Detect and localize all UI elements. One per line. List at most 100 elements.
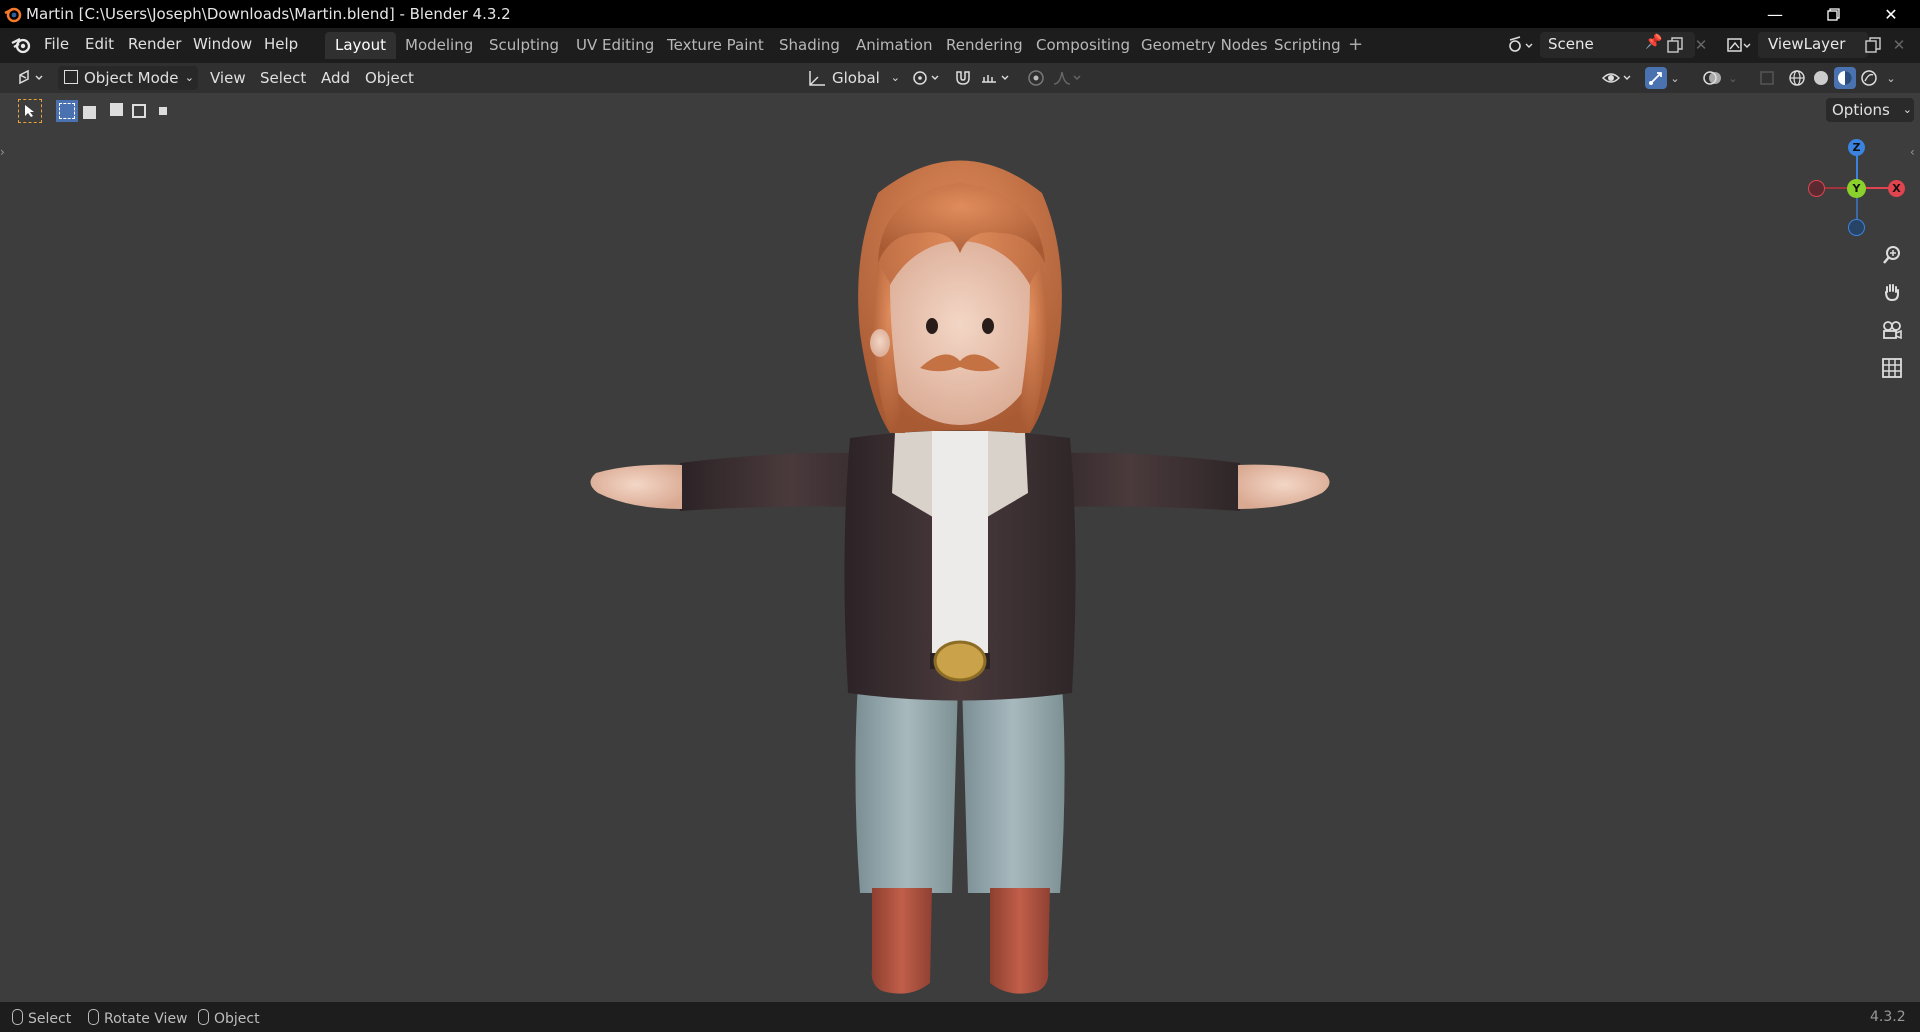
- select-mode-invert[interactable]: [128, 100, 150, 122]
- select-mode-subtract[interactable]: [104, 100, 126, 122]
- magnet-icon: [956, 71, 970, 85]
- proportional-editing-toggle[interactable]: [1025, 67, 1047, 89]
- viewlayer-name-field[interactable]: ViewLayer: [1758, 32, 1868, 58]
- delete-viewlayer-button[interactable]: ✕: [1888, 34, 1910, 56]
- gizmo-icon: [1649, 72, 1662, 85]
- scene-name: Scene: [1548, 35, 1594, 53]
- blender-logo-icon: [4, 7, 22, 23]
- tab-scripting[interactable]: Scripting: [1264, 32, 1351, 59]
- menu-object[interactable]: Object: [365, 66, 414, 90]
- falloff-icon: [1053, 71, 1081, 85]
- material-sphere-icon: [1838, 71, 1852, 85]
- mode-dropdown[interactable]: Object Mode ⌄: [58, 66, 198, 90]
- menu-file[interactable]: File: [44, 35, 69, 53]
- visibility-dropdown[interactable]: [1600, 67, 1636, 89]
- select-mode-new[interactable]: [56, 100, 78, 122]
- blender-menu-icon[interactable]: [10, 35, 32, 55]
- chevron-down-icon: ⌄: [184, 71, 194, 84]
- menu-edit[interactable]: Edit: [85, 35, 114, 53]
- select-tool-button[interactable]: [18, 99, 42, 123]
- status-rotate-hint: Rotate View: [88, 1009, 188, 1027]
- eye-icon: [1602, 73, 1631, 83]
- snap-increment-icon: [982, 75, 1009, 83]
- pin-icon[interactable]: 📌: [1645, 34, 1662, 50]
- viewlayer-browse-button[interactable]: [1722, 34, 1756, 56]
- gizmo-x-axis[interactable]: X: [1888, 180, 1905, 197]
- shading-solid-button[interactable]: [1810, 67, 1832, 89]
- camera-view-button[interactable]: [1876, 314, 1908, 346]
- tab-uv-editing[interactable]: UV Editing: [566, 32, 664, 59]
- minimize-button[interactable]: —: [1746, 0, 1804, 28]
- tab-shading[interactable]: Shading: [769, 32, 850, 59]
- version-label: 4.3.2: [1870, 1009, 1906, 1025]
- options-label: Options: [1832, 101, 1890, 119]
- editor-type-button[interactable]: [14, 67, 50, 89]
- tab-sculpting[interactable]: Sculpting: [479, 32, 569, 59]
- overlays-toggle[interactable]: [1702, 67, 1724, 89]
- tab-texture-paint[interactable]: Texture Paint: [657, 32, 774, 59]
- overlays-dropdown[interactable]: ⌄: [1726, 67, 1740, 89]
- scene-browse-button[interactable]: [1504, 34, 1538, 56]
- shading-material-button[interactable]: [1834, 67, 1856, 89]
- zoom-button[interactable]: [1876, 239, 1908, 271]
- restore-button[interactable]: [1804, 0, 1862, 28]
- pivot-point-dropdown[interactable]: [910, 67, 944, 89]
- tab-animation[interactable]: Animation: [846, 32, 942, 59]
- snap-target-dropdown[interactable]: [978, 67, 1014, 89]
- tab-compositing[interactable]: Compositing: [1026, 32, 1140, 59]
- wireframe-sphere-icon: [1789, 70, 1805, 86]
- menu-window[interactable]: Window: [193, 35, 252, 53]
- mouse-middle-icon: [88, 1009, 99, 1025]
- select-mode-intersect[interactable]: [152, 100, 174, 122]
- add-workspace-button[interactable]: +: [1348, 34, 1363, 55]
- tab-modeling[interactable]: Modeling: [395, 32, 483, 59]
- menu-add[interactable]: Add: [321, 66, 350, 90]
- window-title: Martin [C:\Users\Joseph\Downloads\Martin…: [26, 5, 511, 23]
- minimize-icon: —: [1767, 4, 1783, 24]
- tab-rendering[interactable]: Rendering: [936, 32, 1033, 59]
- object-mode-icon: [64, 70, 78, 84]
- gizmo-neg-x-axis[interactable]: [1808, 180, 1825, 197]
- transform-orientation-dropdown[interactable]: Global ⌄: [808, 66, 900, 90]
- shading-wireframe-button[interactable]: [1786, 67, 1808, 89]
- tab-geometry-nodes[interactable]: Geometry Nodes: [1131, 32, 1278, 59]
- character-model[interactable]: [560, 133, 1360, 1013]
- gizmo-toggle[interactable]: [1645, 67, 1667, 89]
- gizmo-dropdown[interactable]: ⌄: [1668, 67, 1682, 89]
- window-titlebar: Martin [C:\Users\Joseph\Downloads\Martin…: [0, 0, 1920, 28]
- select-mode-extend[interactable]: [80, 100, 102, 122]
- delete-scene-button[interactable]: ✕: [1690, 34, 1712, 56]
- shading-rendered-button[interactable]: [1858, 67, 1880, 89]
- orientation-icon: [809, 71, 825, 86]
- proportional-falloff-dropdown[interactable]: [1050, 67, 1086, 89]
- new-viewlayer-button[interactable]: [1862, 34, 1884, 56]
- menu-view[interactable]: View: [210, 66, 246, 90]
- toolbar-expand-icon[interactable]: ›: [0, 145, 5, 159]
- status-select-hint: Select: [12, 1009, 71, 1027]
- close-button[interactable]: ✕: [1862, 0, 1920, 28]
- chevron-down-icon: ⌄: [1886, 71, 1896, 85]
- sidebar-expand-icon[interactable]: ‹: [1910, 145, 1915, 159]
- menu-render[interactable]: Render: [128, 35, 181, 53]
- statusbar: Select Rotate View Object 4.3.2: [0, 1002, 1920, 1032]
- select-new-icon: [59, 103, 75, 119]
- viewlayer-name: ViewLayer: [1768, 35, 1846, 53]
- perspective-toggle-button[interactable]: [1876, 352, 1908, 384]
- xray-toggle[interactable]: [1756, 67, 1778, 89]
- select-subtract-icon: [110, 103, 123, 116]
- shading-dropdown[interactable]: ⌄: [1884, 67, 1898, 89]
- tab-layout[interactable]: Layout: [325, 32, 396, 59]
- menu-select[interactable]: Select: [260, 66, 306, 90]
- gizmo-z-axis[interactable]: Z: [1848, 139, 1865, 156]
- menu-help[interactable]: Help: [264, 35, 298, 53]
- pivot-icon: [913, 71, 939, 85]
- options-dropdown[interactable]: Options ⌄: [1826, 98, 1914, 122]
- gizmo-neg-z-axis[interactable]: [1848, 219, 1865, 236]
- new-scene-button[interactable]: [1664, 34, 1686, 56]
- 3d-viewport[interactable]: Z Y X › ‹: [0, 93, 1920, 1002]
- chevron-down-icon: ⌄: [890, 71, 900, 84]
- pan-button[interactable]: [1876, 276, 1908, 308]
- gizmo-y-axis[interactable]: Y: [1847, 179, 1866, 198]
- render-layer-icon: [1727, 38, 1751, 52]
- snap-toggle[interactable]: [952, 67, 974, 89]
